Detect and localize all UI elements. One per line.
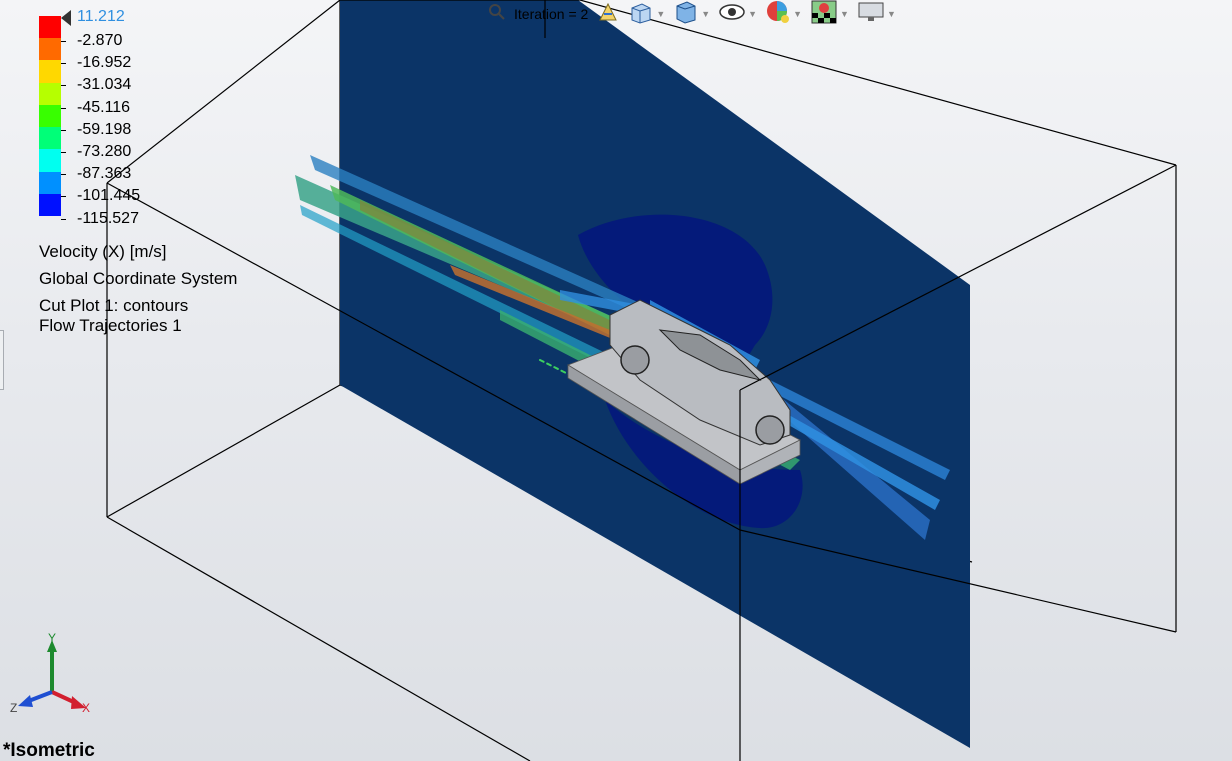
legend-tick <box>61 196 66 198</box>
legend-value: -2.870 <box>77 32 123 49</box>
box-edge <box>106 516 531 761</box>
colorbar-segment <box>39 127 61 150</box>
colorbar-segment <box>39 193 61 216</box>
z-axis-label: Z <box>10 701 17 715</box>
legend-value: -115.527 <box>77 209 139 227</box>
legend-value: -16.952 <box>77 54 132 72</box>
legend-value: -73.280 <box>77 143 132 160</box>
chevron-down-icon: ▼ <box>656 9 666 19</box>
z-axis-arrowhead <box>18 695 33 707</box>
chevron-down-icon: ▼ <box>748 9 758 19</box>
car-wheel <box>755 415 785 445</box>
monitor-icon <box>857 1 885 28</box>
scene-button[interactable]: ▼ <box>810 0 849 30</box>
chevron-down-icon: ▼ <box>701 9 711 19</box>
x-axis-label: X <box>82 701 90 715</box>
search-icon[interactable] <box>488 3 506 26</box>
scene-icon <box>810 0 838 30</box>
colorbar-segment <box>39 149 61 172</box>
box-edge <box>106 384 341 518</box>
y-axis-label: Y <box>48 632 56 645</box>
monitor-button[interactable]: ▼ <box>857 1 896 28</box>
legend-tick <box>61 41 66 42</box>
orientation-triad: Y X Z <box>10 632 90 715</box>
legend-value: -31.034 <box>77 76 132 94</box>
coordinate-system-label: Global Coordinate System <box>39 269 238 288</box>
section-view-button[interactable]: ▼ <box>673 0 710 29</box>
section-view-icon <box>673 0 699 29</box>
view-orientation-button[interactable] <box>596 0 620 29</box>
legend-value: -101.445 <box>77 187 141 205</box>
box-back-edges <box>106 0 341 184</box>
graphics-viewport[interactable]: 11.212 -2.870 -16.952 -31.034 -45.116 -59.19… <box>0 0 1232 761</box>
chevron-down-icon: ▼ <box>886 9 896 19</box>
legend-colorbar <box>39 16 61 216</box>
display-style-button[interactable]: ▼ <box>628 0 665 29</box>
appearance-icon <box>765 0 791 30</box>
max-value-marker <box>61 10 71 26</box>
car-wheel <box>620 345 650 375</box>
legend-max-value: 11.212 <box>77 8 125 25</box>
legend-tick <box>61 218 66 220</box>
view-orientation-label: *Isometric <box>3 740 95 761</box>
legend-tick <box>61 107 66 109</box>
hide-show-icon <box>718 1 746 28</box>
chevron-down-icon: ▼ <box>793 9 803 19</box>
legend-value: -87.363 <box>77 165 132 183</box>
left-panel-tab[interactable] <box>0 330 4 390</box>
chevron-down-icon: ▼ <box>840 9 849 19</box>
legend-tick <box>61 174 66 176</box>
colorbar-segment <box>39 16 61 39</box>
colorbar-segment <box>39 60 61 83</box>
colorbar-segment <box>39 82 61 105</box>
heads-up-toolbar: Iteration = 2 ▼ ▼ ▼ ▼ ▼ ▼ <box>488 0 896 28</box>
hide-show-button[interactable]: ▼ <box>718 1 757 28</box>
cut-plot-label: Cut Plot 1: contours <box>39 296 189 315</box>
legend-tick <box>61 85 66 87</box>
flow-trajectories-label: Flow Trajectories 1 <box>39 316 182 335</box>
display-style-icon <box>628 0 654 29</box>
colorbar-segment <box>39 171 61 194</box>
model-scene[interactable] <box>0 0 1232 761</box>
legend-value: -45.116 <box>77 98 131 116</box>
view-orientation-icon <box>596 0 620 29</box>
iteration-label: Iteration = 2 <box>514 6 589 22</box>
legend-tick <box>61 63 66 65</box>
parameter-label: Velocity (X) [m/s] <box>39 242 167 261</box>
colorbar-segment <box>39 38 61 61</box>
colorbar-segment <box>39 104 61 128</box>
legend-tick <box>61 152 66 153</box>
legend-tick <box>61 129 66 131</box>
legend-value: -59.198 <box>77 120 132 138</box>
appearance-button[interactable]: ▼ <box>765 0 802 30</box>
